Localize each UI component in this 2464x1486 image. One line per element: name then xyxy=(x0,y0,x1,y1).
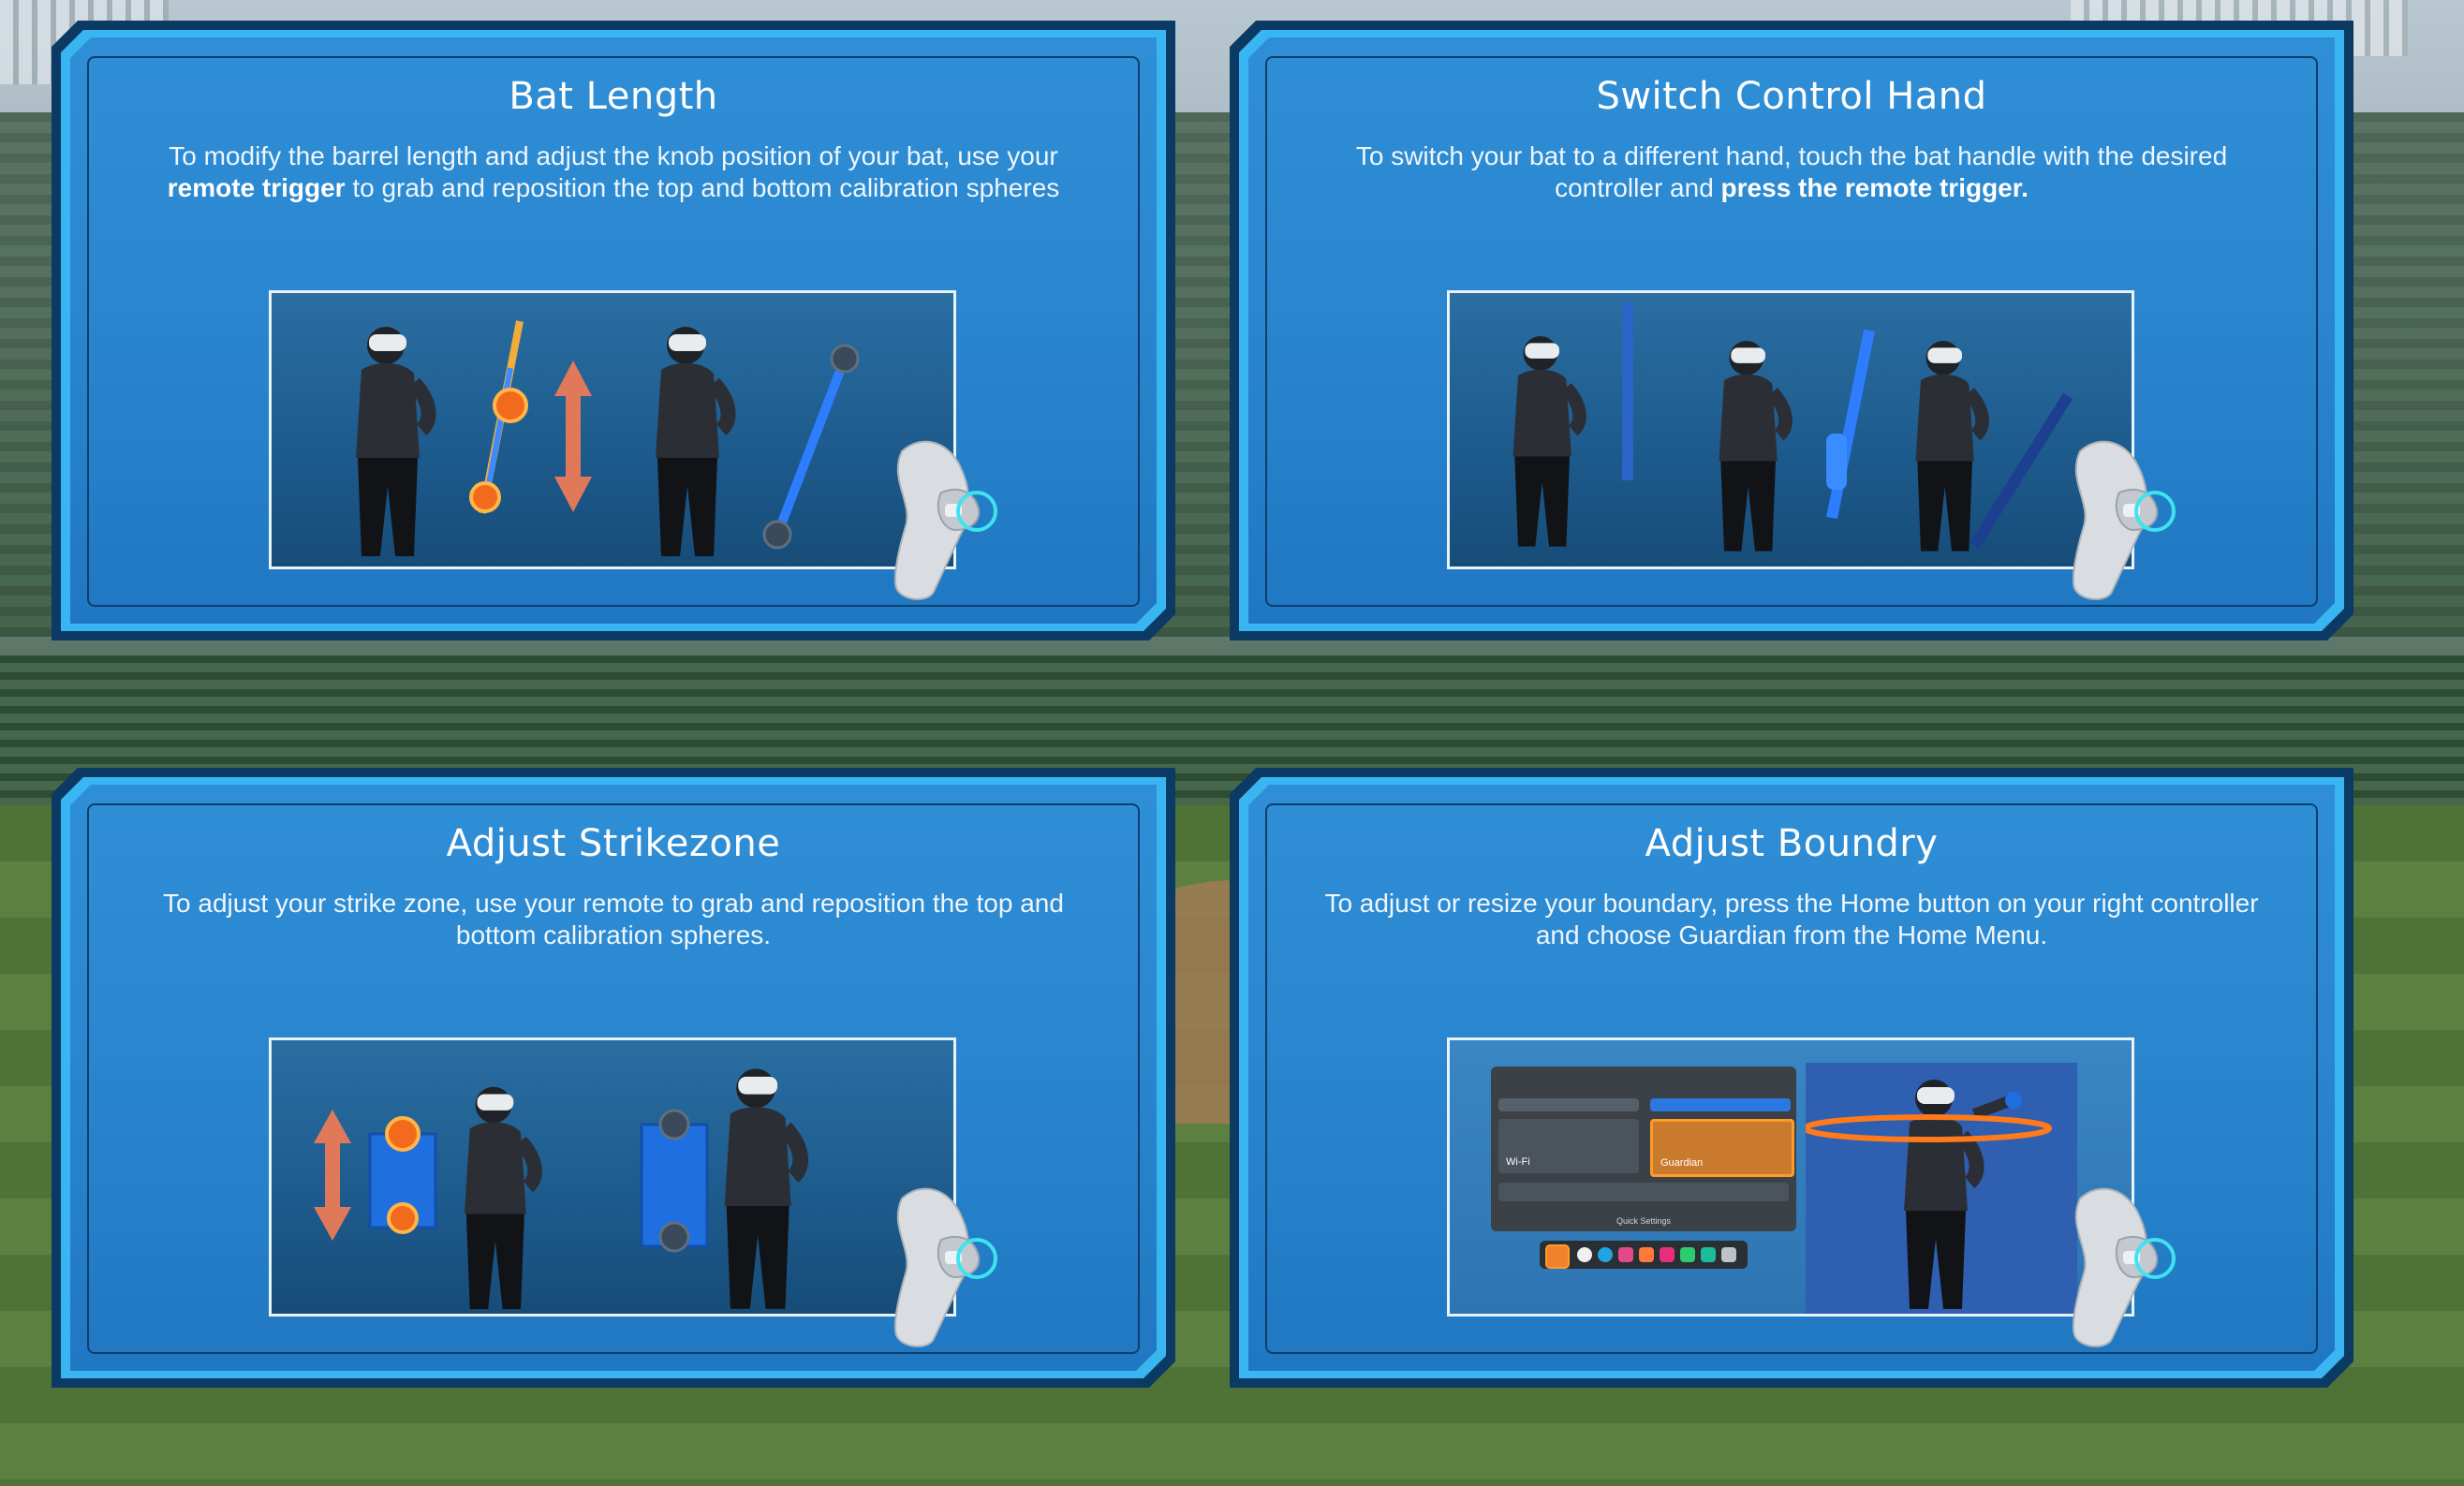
vr-controller-icon xyxy=(885,433,1007,601)
player-figure xyxy=(725,1068,801,1308)
player-figure xyxy=(1916,341,1983,552)
player-figure xyxy=(656,327,729,556)
panel-bat-length: Bat Length To modify the barrel length a… xyxy=(52,21,1175,640)
calibration-sphere-icon xyxy=(493,388,528,423)
panel-title: Bat Length xyxy=(509,75,718,118)
player-figure xyxy=(465,1087,535,1309)
calibration-sphere-icon xyxy=(762,520,792,550)
double-arrow-icon xyxy=(554,360,592,512)
calibration-sphere-icon xyxy=(385,1116,421,1152)
panel-description: To adjust your strike zone, use your rem… xyxy=(136,888,1091,951)
vr-controller-icon xyxy=(2063,433,2185,601)
guardian-tile[interactable]: Guardian xyxy=(1650,1119,1794,1177)
app-dock xyxy=(1540,1241,1748,1269)
panel-description: To modify the barrel length and adjust t… xyxy=(136,140,1091,204)
panel-description: To switch your bat to a different hand, … xyxy=(1314,140,2269,204)
panel-adjust-strikezone: Adjust Strikezone To adjust your strike … xyxy=(52,768,1175,1388)
panel-title: Adjust Strikezone xyxy=(446,822,781,865)
calibration-sphere-icon xyxy=(658,1109,690,1140)
quest-home-menu: Wi-Fi Guardian Quick Settings xyxy=(1491,1067,1796,1231)
illustration-boundry: Wi-Fi Guardian Quick Settings xyxy=(1447,1037,2134,1317)
vr-controller-icon xyxy=(885,1180,1007,1348)
player-figure xyxy=(1904,1080,1977,1309)
boundary-scene xyxy=(1803,1063,2077,1314)
panel-switch-control-hand: Switch Control Hand To switch your bat t… xyxy=(1230,21,2353,640)
bat xyxy=(773,357,849,537)
panel-adjust-boundry: Adjust Boundry To adjust or resize your … xyxy=(1230,768,2353,1388)
illustration-bat-length xyxy=(269,290,956,569)
player-figure xyxy=(356,327,429,556)
description-text: To adjust or resize your boundary, press… xyxy=(1324,889,2259,949)
guardian-label: Guardian xyxy=(1660,1157,1704,1169)
description-text: To modify the barrel length and adjust t… xyxy=(169,141,1058,170)
double-arrow-icon xyxy=(314,1110,351,1241)
description-text: To adjust your strike zone, use your rem… xyxy=(163,889,1064,949)
panel-title: Adjust Boundry xyxy=(1645,822,1939,865)
panel-description: To adjust or resize your boundary, press… xyxy=(1314,888,2269,951)
calibration-sphere-icon xyxy=(830,344,860,374)
calibration-sphere-icon xyxy=(387,1202,419,1234)
illustration-switch-hand xyxy=(1447,290,2134,569)
calibration-sphere-icon xyxy=(469,481,501,513)
description-emphasis: remote trigger xyxy=(167,173,346,202)
quick-settings-label: Quick Settings xyxy=(1616,1216,1672,1226)
description-text: to grab and reposition the top and botto… xyxy=(345,173,1060,202)
calibration-sphere-icon xyxy=(658,1221,690,1253)
wifi-label: Wi-Fi xyxy=(1506,1156,1530,1168)
vr-controller-icon xyxy=(2063,1180,2185,1348)
illustration-strikezone xyxy=(269,1037,956,1317)
player-figure xyxy=(1513,336,1580,547)
player-figure xyxy=(1719,341,1786,552)
panel-title: Switch Control Hand xyxy=(1596,75,1987,118)
description-emphasis: press the remote trigger. xyxy=(1720,173,2029,202)
